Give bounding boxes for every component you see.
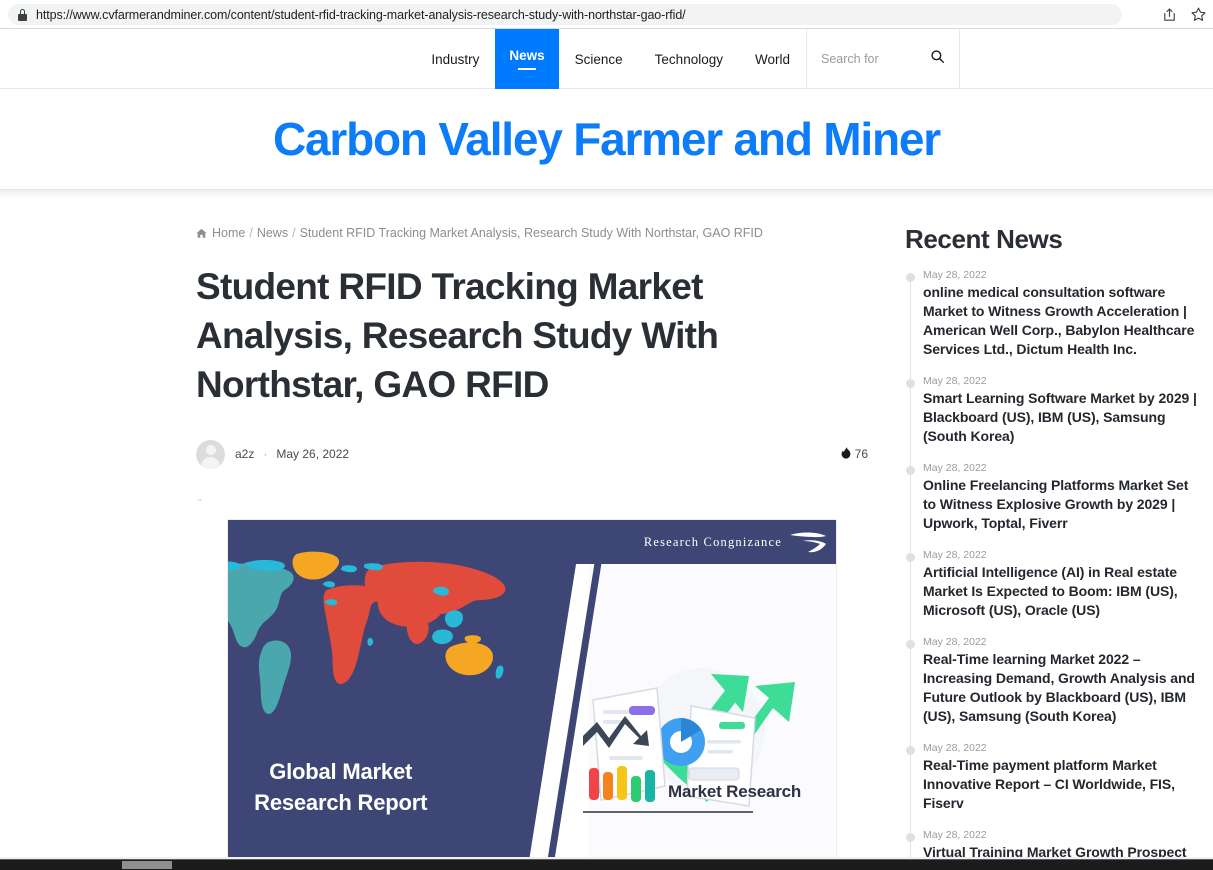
timeline-dot-icon (906, 833, 915, 842)
news-date: May 28, 2022 (923, 375, 987, 387)
nav-item-technology[interactable]: Technology (639, 29, 739, 89)
avatar (196, 439, 225, 469)
nav-item-news[interactable]: News (495, 29, 559, 89)
news-date: May 28, 2022 (923, 636, 987, 648)
article-meta: a2z · May 26, 2022 76 (196, 439, 868, 469)
nav-label: Science (574, 51, 623, 67)
list-item[interactable]: May 28, 2022 Virtual Training Market Gro… (905, 829, 1205, 859)
brand-swoosh-icon (790, 532, 826, 553)
timeline-dot-icon (906, 466, 915, 475)
nav-item-world[interactable]: World (739, 29, 806, 89)
news-date: May 28, 2022 (923, 742, 987, 754)
nav-label: Technology (654, 51, 723, 67)
news-headline[interactable]: online medical consultation software Mar… (923, 283, 1205, 359)
market-research-illustration (583, 668, 795, 813)
timeline-dot-icon (906, 379, 915, 388)
news-headline[interactable]: Real-Time learning Market 2022 – Increas… (923, 650, 1205, 726)
active-indicator (518, 68, 536, 70)
horizontal-scrollbar[interactable] (0, 859, 1213, 870)
address-bar[interactable]: https://www.cvfarmerandminer.com/content… (8, 4, 1122, 25)
nav-item-science[interactable]: Science (559, 29, 639, 89)
masthead-separator (0, 189, 1213, 199)
featured-image-label: Market Research (668, 782, 802, 801)
publish-date: May 26, 2022 (276, 447, 350, 461)
author-name[interactable]: a2z (235, 447, 254, 461)
timeline-dot-icon (906, 273, 915, 282)
news-headline[interactable]: Smart Learning Software Market by 2029 |… (923, 389, 1205, 446)
page-title: Student RFID Tracking Market Analysis, R… (196, 266, 719, 405)
page-content: Home / News / Student RFID Tracking Mark… (0, 199, 1213, 859)
news-date: May 28, 2022 (923, 549, 987, 561)
news-date: May 28, 2022 (923, 829, 987, 841)
scrollbar-thumb[interactable] (122, 861, 172, 869)
featured-image: Global Market Research Report Research C… (227, 519, 837, 859)
timeline-dot-icon (906, 553, 915, 562)
featured-caption-line2: Research Report (254, 790, 428, 815)
breadcrumb-separator: / (292, 226, 296, 240)
site-logo-title[interactable]: Carbon Valley Farmer and Miner (273, 112, 941, 166)
brand-name: Research Congnizance (643, 534, 782, 549)
search-input[interactable] (821, 52, 926, 66)
breadcrumb-current: Student RFID Tracking Market Analysis, R… (299, 226, 763, 240)
star-bookmark-icon[interactable] (1190, 6, 1207, 23)
search-icon[interactable] (930, 49, 945, 69)
list-item[interactable]: May 28, 2022 Online Freelancing Platform… (905, 462, 1205, 533)
breadcrumb-separator: / (249, 226, 253, 240)
news-headline[interactable]: Online Freelancing Platforms Market Set … (923, 476, 1205, 533)
list-item[interactable]: May 28, 2022 Artificial Intelligence (AI… (905, 549, 1205, 620)
breadcrumb-news[interactable]: News (257, 226, 288, 240)
timeline-dot-icon (906, 640, 915, 649)
nav-item-industry[interactable]: Industry (415, 29, 495, 89)
flame-icon (841, 446, 851, 462)
breadcrumb-home[interactable]: Home (212, 226, 245, 240)
list-item[interactable]: May 28, 2022 Smart Learning Software Mar… (905, 375, 1205, 446)
featured-image-left-panel: Global Market Research Report (228, 520, 583, 859)
timeline-dot-icon (906, 746, 915, 755)
site-masthead: Carbon Valley Farmer and Miner (0, 89, 1213, 189)
news-date: May 28, 2022 (923, 462, 987, 474)
featured-image-caption: Global Market Research Report (228, 756, 511, 818)
news-headline[interactable]: Real-Time payment platform Market Innova… (923, 756, 1205, 813)
meta-separator: · (263, 447, 268, 461)
nav-label: Industry (431, 51, 480, 67)
news-date: May 28, 2022 (923, 269, 987, 281)
home-icon (196, 228, 207, 239)
nav-label: News (509, 48, 545, 63)
breadcrumb: Home / News / Student RFID Tracking Mark… (196, 226, 868, 240)
site-navigation: Industry News Science Technology World (0, 29, 1213, 89)
news-headline[interactable]: Artificial Intelligence (AI) in Real est… (923, 563, 1205, 620)
world-map-graphic (228, 551, 506, 714)
sidebar-title: Recent News (905, 224, 1063, 254)
recent-news-list: May 28, 2022 online medical consultation… (905, 269, 1205, 859)
featured-caption-line1: Global Market (269, 759, 413, 784)
list-item[interactable]: May 28, 2022 Real-Time payment platform … (905, 742, 1205, 813)
list-item[interactable]: May 28, 2022 Real-Time learning Market 2… (905, 636, 1205, 726)
list-item[interactable]: May 28, 2022 online medical consultation… (905, 269, 1205, 359)
nav-label: World (754, 51, 790, 67)
article-column: Home / News / Student RFID Tracking Mark… (196, 199, 868, 859)
browser-toolbar: https://www.cvfarmerandminer.com/content… (0, 0, 1213, 29)
browser-action-icons (1161, 3, 1207, 26)
article-quote-mark: “ (198, 497, 202, 509)
view-count-value: 76 (854, 447, 868, 461)
share-icon[interactable] (1161, 6, 1178, 23)
lock-icon (18, 8, 27, 21)
featured-image-brand-banner: Research Congnizance (546, 520, 836, 564)
view-count: 76 (841, 446, 868, 462)
address-bar-url: https://www.cvfarmerandminer.com/content… (36, 7, 686, 22)
sidebar-recent-news: Recent News May 28, 2022 online medical … (905, 199, 1205, 859)
site-search[interactable] (806, 29, 960, 89)
